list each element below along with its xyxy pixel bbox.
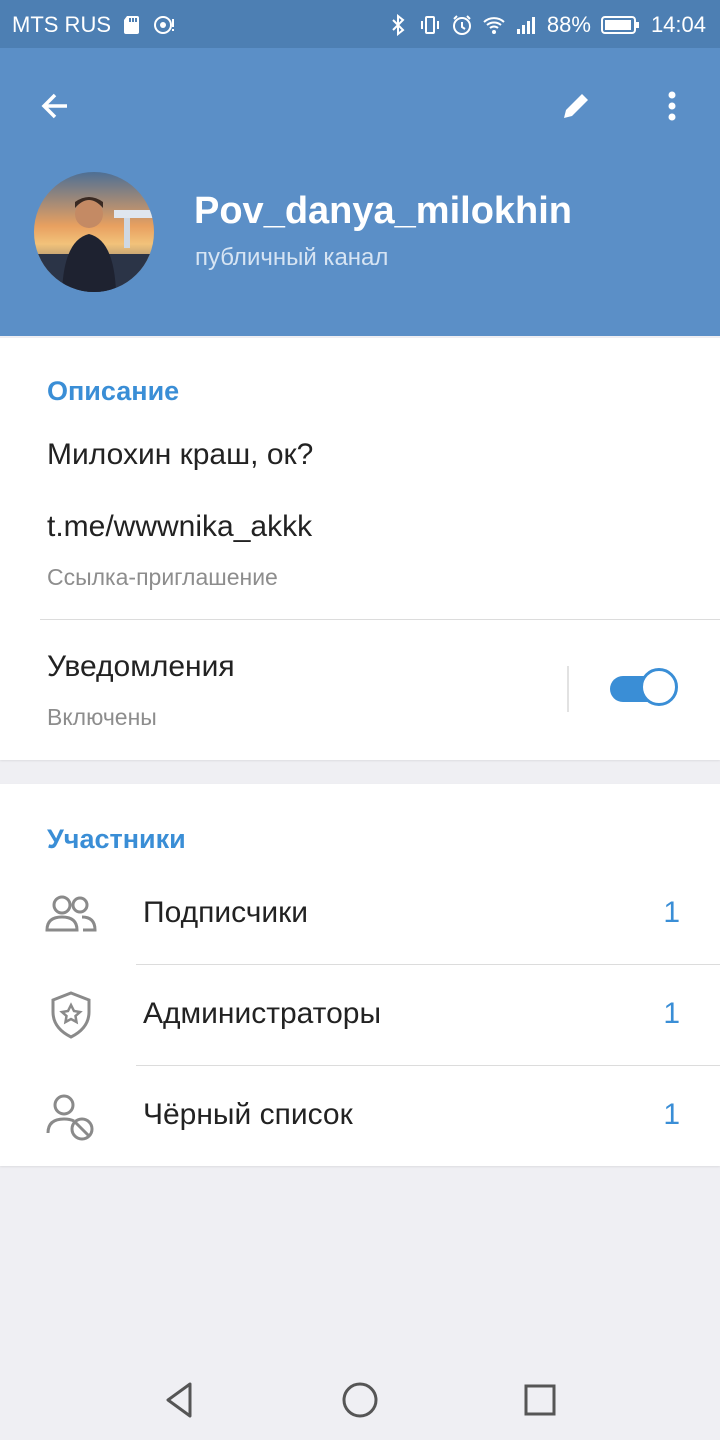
members-card: Участники Подписчики 1 Администраторы 1 …: [0, 784, 720, 1166]
battery-percent: 88%: [546, 12, 591, 37]
signal-icon: [516, 17, 535, 34]
more-options-button[interactable]: [644, 78, 700, 134]
system-nav-bar: [0, 1350, 720, 1440]
bluetooth-icon: [392, 14, 405, 36]
notifications-toggle[interactable]: [610, 668, 678, 710]
users-icon: [44, 887, 98, 941]
invite-link[interactable]: t.me/wwwnika_akkk: [47, 510, 312, 544]
edit-button[interactable]: [548, 78, 604, 134]
subscribers-label: Подписчики: [143, 896, 309, 929]
wifi-icon: [483, 17, 505, 34]
channel-header: Pov_danya_milokhin публичный канал: [0, 48, 720, 336]
back-button[interactable]: [27, 78, 83, 134]
blacklist-count: 1: [663, 1098, 680, 1131]
nav-home-button[interactable]: [330, 1370, 390, 1430]
divider: [136, 1065, 720, 1066]
alarm-icon: [452, 15, 471, 35]
channel-type: публичный канал: [195, 244, 389, 271]
triangle-back-icon: [166, 1382, 192, 1418]
blacklist-label: Чёрный список: [143, 1098, 353, 1131]
nav-recents-button[interactable]: [510, 1370, 570, 1430]
notifications-label: Уведомления: [47, 650, 235, 683]
square-recents-icon: [524, 1384, 556, 1416]
back-arrow-icon: [41, 93, 67, 119]
administrators-label: Администраторы: [143, 997, 382, 1030]
description-text: Милохин краш, ок?: [47, 438, 314, 471]
battery-icon: [600, 16, 639, 34]
carrier-label: MTS RUS: [12, 12, 111, 37]
invite-link-caption: Ссылка-приглашение: [47, 564, 278, 590]
circle-home-icon: [342, 1382, 378, 1418]
divider: [40, 619, 720, 620]
vibrate-icon: [420, 16, 439, 34]
avatar-image: [34, 172, 154, 292]
administrators-count: 1: [663, 997, 680, 1030]
more-vertical-icon: [668, 91, 676, 121]
description-heading: Описание: [47, 376, 180, 406]
blocked-user-icon: [44, 1090, 98, 1144]
clock: 14:04: [650, 12, 706, 37]
members-heading: Участники: [47, 824, 186, 854]
divider: [136, 964, 720, 965]
pencil-icon: [564, 94, 588, 118]
subscribers-count: 1: [663, 896, 680, 929]
sd-card-icon: [124, 16, 139, 34]
toggle-separator: [567, 666, 569, 712]
status-bar: MTS RUS 88% 14:04: [0, 0, 720, 48]
nav-back-button[interactable]: [150, 1370, 210, 1430]
notifications-status: Включены: [47, 704, 157, 730]
channel-avatar[interactable]: [34, 172, 154, 292]
admin-shield-icon: [44, 988, 98, 1042]
toggle-knob: [640, 668, 678, 706]
hotspot-icon: [154, 16, 174, 34]
channel-title: Pov_danya_milokhin: [194, 190, 573, 232]
